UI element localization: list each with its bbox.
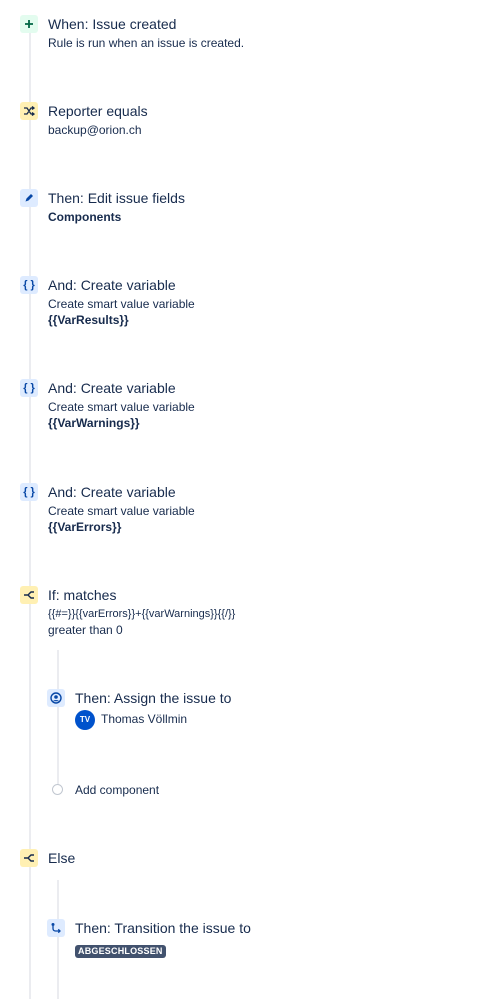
step-title: Then: Edit issue fields	[48, 190, 185, 206]
action-create-variable[interactable]: { } And: Create variable Create smart va…	[20, 483, 195, 535]
step-expression: {{#=}}{{varErrors}}+{{varWarnings}}{{/}}	[48, 608, 236, 620]
step-title: And: Create variable	[48, 277, 176, 293]
braces-icon: { }	[20, 379, 38, 397]
avatar: TV	[75, 710, 95, 730]
step-description: Create smart value variable	[48, 400, 195, 414]
braces-icon: { }	[20, 276, 38, 294]
assignee-name: Thomas Völlmin	[101, 712, 188, 727]
status-lozenge: ABGESCHLOSSEN	[75, 945, 166, 958]
transition-icon	[47, 919, 65, 937]
step-title: And: Create variable	[48, 484, 176, 500]
user-circle-icon	[47, 689, 65, 707]
add-component-dot	[52, 784, 63, 795]
trigger-issue-created[interactable]: When: Issue created Rule is run when an …	[20, 15, 244, 51]
braces-icon: { }	[20, 483, 38, 501]
action-create-variable[interactable]: { } And: Create variable Create smart va…	[20, 276, 195, 328]
variable-name: {{VarWarnings}}	[48, 416, 140, 430]
step-description: Rule is run when an issue is created.	[48, 36, 245, 50]
step-description: Create smart value variable	[48, 504, 195, 518]
branch-icon	[20, 586, 38, 604]
condition-if-matches[interactable]: If: matches {{#=}}{{varErrors}}+{{varWar…	[20, 586, 235, 638]
step-description: Components	[48, 210, 122, 224]
action-create-variable[interactable]: { } And: Create variable Create smart va…	[20, 379, 195, 431]
step-title: And: Create variable	[48, 380, 176, 396]
action-edit-issue-fields[interactable]: Then: Edit issue fields Components	[20, 189, 185, 225]
step-title: Then: Assign the issue to	[75, 690, 232, 706]
condition-else[interactable]: Else	[20, 849, 75, 867]
step-description: backup@orion.ch	[48, 123, 142, 137]
variable-name: {{VarResults}}	[48, 313, 129, 327]
variable-name: {{VarErrors}}	[48, 520, 122, 534]
shuffle-icon	[20, 102, 38, 120]
step-title: Then: Transition the issue to	[75, 920, 251, 936]
add-component-link[interactable]: Add component	[75, 782, 159, 798]
step-title: If: matches	[48, 587, 117, 603]
step-title: When: Issue created	[48, 16, 177, 32]
condition-reporter-equals[interactable]: Reporter equals backup@orion.ch	[20, 102, 148, 138]
action-transition-issue[interactable]: Then: Transition the issue to ABGESCHLOS…	[47, 919, 251, 959]
step-description: Create smart value variable	[48, 297, 195, 311]
action-assign-issue[interactable]: Then: Assign the issue to TV Thomas Völlm…	[47, 689, 231, 730]
assignee: TV Thomas Völlmin	[75, 710, 231, 730]
step-title: Else	[48, 850, 76, 866]
pencil-icon	[20, 189, 38, 207]
branch-icon	[20, 849, 38, 867]
step-comparison: greater than 0	[48, 623, 123, 637]
plus-icon	[20, 15, 38, 33]
step-title: Reporter equals	[48, 103, 148, 119]
